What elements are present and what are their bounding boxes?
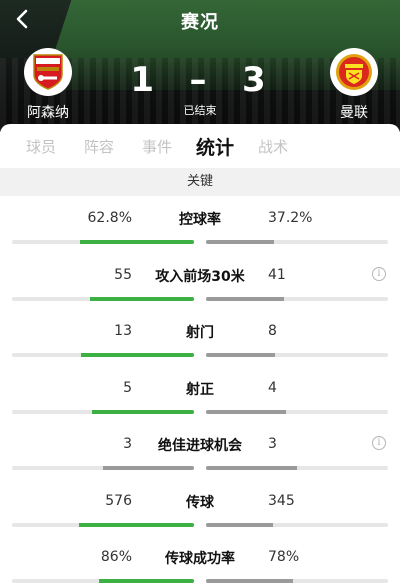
away-bar-fill: [206, 296, 285, 301]
away-value: 4: [268, 379, 277, 396]
away-value: 8: [268, 323, 277, 339]
stat-name: 射门: [186, 325, 214, 341]
home-bar-fill: [79, 522, 194, 527]
stats-list: 62.8% 控球率 37.2% 55 攻入前场30米 41 i 13 射门 8 …: [0, 196, 400, 588]
away-score: 3: [242, 60, 270, 100]
tab-events[interactable]: 事件: [128, 136, 186, 157]
tab-players[interactable]: 球员: [12, 136, 70, 157]
away-bar-track: [206, 579, 388, 583]
stat-row: 5 射正 4: [0, 366, 400, 423]
tab-statistics[interactable]: 统计: [186, 133, 244, 160]
home-bar-track: [12, 296, 194, 301]
stat-name: 绝佳进球机会: [158, 438, 242, 454]
home-value: 86%: [100, 549, 132, 565]
away-bar-track: [206, 409, 388, 414]
info-icon[interactable]: i: [372, 266, 386, 281]
home-bar-track: [12, 466, 194, 470]
away-value: 3: [268, 436, 277, 452]
stat-row: 576 传球 345: [0, 479, 400, 536]
away-bar-fill: [206, 579, 294, 583]
home-value: 62.8%: [87, 210, 132, 226]
stat-name: 射正: [186, 381, 214, 398]
home-bar-fill: [81, 353, 194, 357]
score-separator: –: [189, 60, 211, 100]
home-bar-track: [12, 240, 194, 244]
match-header: 赛况 阿森纳 曼联 1 – 3 已结束: [0, 0, 400, 132]
home-bar-track: [12, 409, 194, 414]
score-board: 1 – 3: [0, 60, 400, 100]
away-value: 37.2%: [268, 210, 313, 226]
away-bar-fill: [206, 409, 287, 414]
home-value: 5: [123, 379, 132, 396]
home-bar-fill: [99, 579, 194, 583]
home-bar-fill: [79, 240, 194, 244]
stat-name: 控球率: [179, 212, 221, 228]
away-bar-fill: [206, 353, 276, 357]
section-header-key: 关键: [0, 168, 400, 196]
home-value: 3: [123, 436, 132, 452]
home-score: 1: [130, 60, 158, 100]
away-value: 41: [268, 266, 286, 283]
home-bar-fill: [90, 296, 194, 301]
home-bar-track: [12, 353, 194, 357]
home-bar-fill: [92, 409, 194, 414]
home-value: 55: [114, 266, 132, 283]
page-title: 赛况: [181, 12, 219, 33]
tab-bar: 球员 阵容 事件 统计 战术: [0, 124, 400, 168]
away-bar-track: [206, 353, 388, 357]
away-bar-fill: [206, 466, 297, 470]
match-status: 已结束: [183, 104, 217, 117]
stat-row: 86% 传球成功率 78%: [0, 535, 400, 588]
home-value: 13: [114, 323, 132, 339]
away-bar-fill: [206, 522, 274, 527]
info-icon[interactable]: i: [372, 436, 386, 450]
stat-name: 攻入前场30米: [155, 268, 245, 285]
home-bar-track: [12, 522, 194, 527]
away-bar-track: [206, 522, 388, 527]
tab-tactics[interactable]: 战术: [244, 136, 302, 157]
away-value: 345: [268, 492, 295, 509]
stat-row: 3 绝佳进球机会 3 i: [0, 422, 400, 479]
tab-lineup[interactable]: 阵容: [70, 136, 128, 157]
stat-name: 传球成功率: [165, 551, 235, 567]
away-value: 78%: [268, 549, 300, 565]
away-bar-track: [206, 466, 388, 470]
away-bar-track: [206, 240, 388, 244]
away-bar-track: [206, 296, 388, 301]
stat-name: 传球: [186, 494, 214, 511]
home-bar-fill: [103, 466, 194, 470]
stat-row: 62.8% 控球率 37.2%: [0, 196, 400, 253]
home-bar-track: [12, 579, 194, 583]
stat-row: 55 攻入前场30米 41 i: [0, 253, 400, 310]
home-value: 576: [105, 492, 132, 509]
away-bar-fill: [206, 240, 274, 244]
stat-row: 13 射门 8: [0, 309, 400, 366]
